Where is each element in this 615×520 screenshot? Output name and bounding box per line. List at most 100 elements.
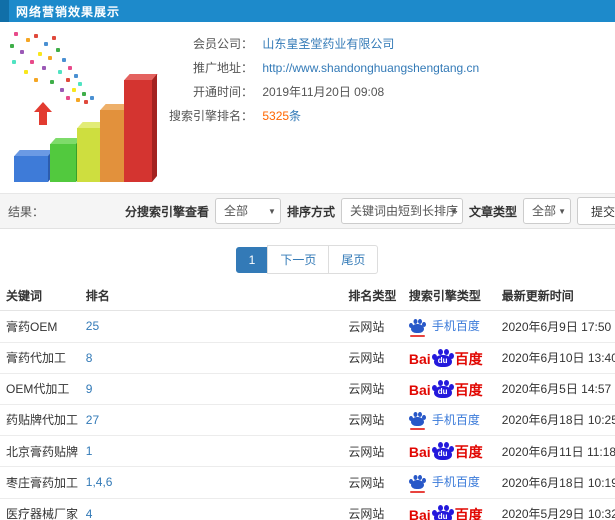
sort-value: 关键词由短到长排序 bbox=[349, 204, 458, 218]
rank-link[interactable]: 8 bbox=[79, 342, 343, 374]
engine-cell: 手机百度 bbox=[402, 404, 496, 436]
update-time-cell: 2020年6月10日 13:40 bbox=[495, 342, 615, 374]
paw-pad bbox=[410, 479, 424, 489]
engine-rank-unit: 条 bbox=[289, 109, 302, 123]
rank-link[interactable]: 4 bbox=[79, 498, 343, 520]
baidu-paw-icon: du bbox=[431, 505, 454, 520]
chart-bar-blue bbox=[14, 156, 48, 182]
confetti-decoration bbox=[14, 32, 18, 36]
update-time-cell: 2020年6月5日 14:57 bbox=[495, 373, 615, 405]
rank-type-cell: 云网站 bbox=[342, 373, 403, 405]
baidu-paw-icon bbox=[408, 319, 426, 337]
engine-cell: Bai du 百度 bbox=[402, 498, 496, 520]
submit-button[interactable]: 提交 bbox=[577, 197, 615, 225]
mobile-baidu-label: 手机百度 bbox=[431, 319, 480, 333]
mobile-baidu-label: 手机百度 bbox=[431, 475, 480, 489]
chevron-down-icon: ▼ bbox=[268, 207, 276, 216]
page-title: 网络营销效果展示 bbox=[16, 4, 121, 19]
table-body: 膏药OEM 25 云网站 手机百度 2020年6月9日 17:50 膏药代加工 8 云网站 Ba… bbox=[0, 310, 615, 520]
baidu-logo-prefix: Bai bbox=[408, 350, 431, 367]
paw-pad bbox=[410, 323, 424, 333]
engine-view-select[interactable]: 全部 ▼ bbox=[214, 198, 281, 224]
keyword-cell: OEM代加工 bbox=[0, 373, 80, 405]
baidu-logo-prefix: Bai bbox=[408, 506, 431, 520]
rank-type-cell: 云网站 bbox=[342, 342, 403, 374]
keyword-cell: 膏药OEM bbox=[0, 310, 80, 343]
update-time-cell: 2020年6月18日 10:19 bbox=[495, 466, 615, 499]
baidu-logo-suffix: 百度 bbox=[454, 381, 483, 398]
engine-cell: 手机百度 bbox=[402, 310, 496, 343]
mobile-baidu-icon: 手机百度 bbox=[408, 473, 480, 493]
chart-bar-red bbox=[124, 80, 152, 182]
baidu-paw-text: du bbox=[437, 511, 448, 520]
baidu-paw-text: du bbox=[437, 386, 448, 396]
baidu-logo-icon: Bai du 百度 bbox=[409, 505, 483, 520]
baidu-paw-text: du bbox=[437, 355, 448, 365]
baidu-paw-icon bbox=[408, 412, 426, 430]
baidu-logo-suffix: 百度 bbox=[454, 350, 483, 367]
engine-cell: Bai du 百度 bbox=[402, 373, 496, 405]
rank-type-cell: 云网站 bbox=[342, 435, 403, 467]
mobile-baidu-label: 手机百度 bbox=[431, 412, 480, 427]
keyword-cell: 药贴牌代加工 bbox=[0, 404, 80, 436]
baidu-logo-prefix: Bai bbox=[408, 381, 431, 398]
update-time-cell: 2020年6月11日 11:18 bbox=[495, 435, 615, 467]
table-row: OEM代加工 9 云网站 Bai du 百度 2020年6月5日 14:57 bbox=[0, 373, 615, 405]
chart-bar-green bbox=[50, 144, 76, 182]
bar-chart-illustration bbox=[6, 30, 186, 188]
open-time-row: 开通时间： 2019年11月20日 09:08 bbox=[165, 80, 615, 104]
company-info-section: 会员公司： 山东皇圣堂药业有限公司 推广地址： http://www.shand… bbox=[0, 22, 615, 193]
col-rank-type: 排名类型 bbox=[342, 281, 403, 311]
mobile-baidu-icon: 手机百度 bbox=[408, 317, 480, 337]
rank-type-cell: 云网站 bbox=[342, 498, 403, 520]
col-engine-type: 搜索引擎类型 bbox=[402, 281, 496, 311]
title-bar: 网络营销效果展示 bbox=[0, 0, 615, 22]
baidu-paw-icon: du bbox=[431, 349, 454, 367]
engine-rank-count: 5325 bbox=[262, 109, 290, 123]
result-label: 结果： bbox=[8, 204, 45, 219]
keyword-rank-table: 关键词 排名 排名类型 搜索引擎类型 最新更新时间 膏药OEM 25 云网站 手机百度… bbox=[0, 281, 615, 520]
mobile-baidu-icon: 手机百度 bbox=[408, 411, 480, 430]
rank-link[interactable]: 9 bbox=[79, 373, 343, 405]
page-next-button[interactable]: 下一页 bbox=[267, 245, 330, 274]
baidu-logo-suffix: 百度 bbox=[454, 444, 483, 460]
col-rank: 排名 bbox=[79, 281, 343, 311]
update-time-cell: 2020年6月18日 10:25 bbox=[495, 404, 615, 436]
table-header-row: 关键词 排名 排名类型 搜索引擎类型 最新更新时间 bbox=[0, 281, 615, 311]
sort-select[interactable]: 关键词由短到长排序 ▼ bbox=[340, 198, 463, 224]
baidu-paw-text: du bbox=[437, 449, 448, 458]
engine-cell: Bai du 百度 bbox=[402, 342, 496, 374]
promo-url-link[interactable]: http://www.shandonghuangshengtang.cn bbox=[262, 61, 479, 75]
chevron-down-icon: ▼ bbox=[450, 207, 458, 216]
page-current[interactable]: 1 bbox=[235, 246, 269, 273]
article-type-select[interactable]: 全部 ▼ bbox=[523, 198, 571, 224]
baidu-paw-icon bbox=[408, 475, 426, 493]
col-keyword: 关键词 bbox=[0, 281, 80, 311]
rank-link[interactable]: 1,4,6 bbox=[79, 466, 343, 499]
filter-controls: 分搜索引擎查看 全部 ▼ 排序方式 关键词由短到长排序 ▼ 文章类型 全部 ▼ … bbox=[125, 197, 615, 225]
update-time-cell: 2020年6月9日 17:50 bbox=[495, 310, 615, 343]
baidu-logo-prefix: Bai bbox=[408, 444, 431, 460]
engine-rank-row: 搜索引擎排名： 5325条 bbox=[165, 104, 615, 128]
table-row: 膏药代加工 8 云网站 Bai du 百度 2020年6月10日 13:40 bbox=[0, 342, 615, 374]
filter-bar: 结果： 分搜索引擎查看 全部 ▼ 排序方式 关键词由短到长排序 ▼ 文章类型 全… bbox=[0, 193, 615, 229]
title-bar-accent bbox=[0, 0, 9, 22]
paw-pad bbox=[410, 417, 424, 426]
rank-link[interactable]: 25 bbox=[79, 310, 343, 343]
rank-link[interactable]: 1 bbox=[79, 435, 343, 467]
table-row: 医疗器械厂家 4 云网站 Bai du 百度 2020年5月29日 10:32 bbox=[0, 498, 615, 520]
rank-type-cell: 云网站 bbox=[342, 466, 403, 499]
open-time-value: 2019年11月20日 09:08 bbox=[262, 85, 385, 99]
baidu-logo-suffix: 百度 bbox=[454, 506, 483, 520]
engine-view-value: 全部 bbox=[223, 204, 248, 218]
member-company-link[interactable]: 山东皇圣堂药业有限公司 bbox=[262, 37, 394, 51]
keyword-cell: 医疗器械厂家 bbox=[0, 498, 80, 520]
keyword-cell: 枣庄膏药加工 bbox=[0, 466, 80, 499]
engine-view-label: 分搜索引擎查看 bbox=[124, 204, 209, 219]
baidu-logo-icon: Bai du 百度 bbox=[409, 442, 483, 460]
page-last-button[interactable]: 尾页 bbox=[328, 245, 379, 274]
article-type-value: 全部 bbox=[532, 204, 557, 218]
table-row: 药贴牌代加工 27 云网站 手机百度 2020年6月18日 10:25 bbox=[0, 404, 615, 436]
update-time-cell: 2020年5月29日 10:32 bbox=[495, 498, 615, 520]
rank-link[interactable]: 27 bbox=[79, 404, 343, 436]
